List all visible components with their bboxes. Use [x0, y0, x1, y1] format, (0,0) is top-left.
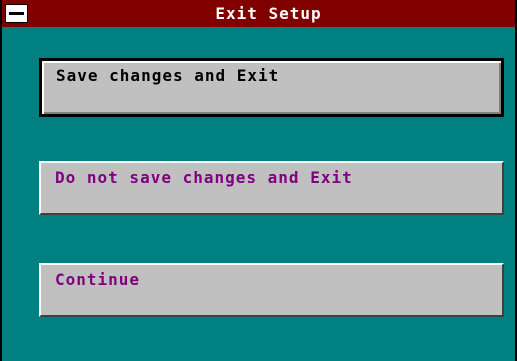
exit-without-saving-button[interactable]: Do not save changes and Exit [39, 161, 504, 215]
continue-button[interactable]: Continue [39, 263, 504, 317]
exit-setup-dialog: Exit Setup Save changes and Exit Do not … [0, 0, 517, 361]
window-title: Exit Setup [215, 4, 322, 23]
title-bar: Exit Setup [2, 0, 515, 27]
save-and-exit-button[interactable]: Save changes and Exit [39, 58, 504, 117]
